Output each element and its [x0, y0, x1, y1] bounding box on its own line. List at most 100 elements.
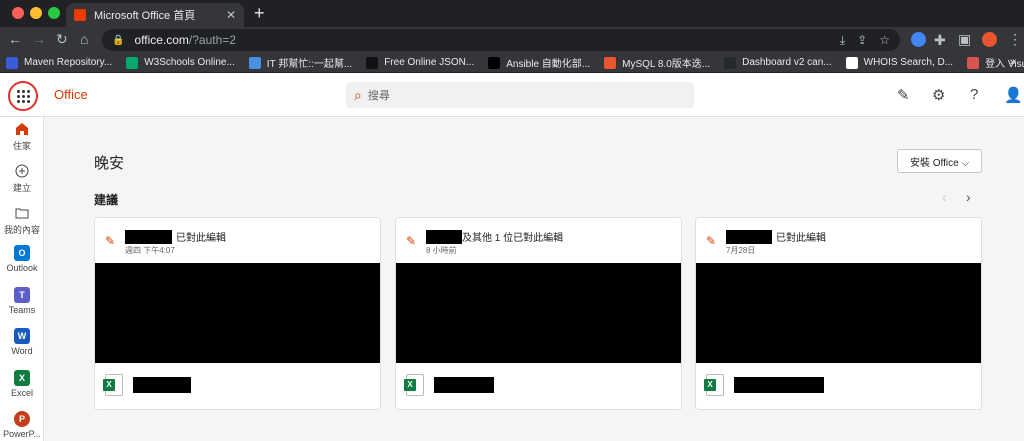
rail-label: 我的內容 [3, 225, 40, 235]
window-zoom-button[interactable] [48, 7, 60, 19]
install-office-button[interactable]: 安裝 Office ⌵ [897, 149, 982, 173]
bookmark-star-icon[interactable]: ☆ [879, 33, 890, 47]
bookmark-label: Dashboard v2 can... [742, 57, 832, 68]
excel-file-icon [404, 374, 424, 396]
share-icon[interactable]: ⇪ [857, 33, 867, 47]
office-brand-link[interactable]: Office [54, 87, 88, 102]
browser-menu-icon[interactable]: ⋮ [1008, 31, 1022, 48]
window-minimize-button[interactable] [30, 7, 42, 19]
plus-circle-icon [14, 163, 30, 179]
bookmarks-overflow-button[interactable]: » [1010, 56, 1016, 68]
account-icon[interactable]: 👤 [1004, 86, 1023, 104]
tab-title: Microsoft Office 首頁 [94, 10, 196, 22]
rail-item-create[interactable]: 建立 [0, 163, 44, 194]
recommended-file-card[interactable]: ✎ 及其他 1 位已對此編輯 8 小時前 [395, 217, 682, 410]
powerpoint-icon: P [14, 411, 30, 427]
card-footer [404, 374, 494, 396]
carousel-prev-button[interactable]: ‹ [942, 189, 947, 205]
rail-label: Word [11, 346, 33, 356]
redacted-filename [434, 377, 494, 393]
bookmark-favicon-icon [6, 56, 18, 69]
teams-icon: T [14, 287, 30, 303]
excel-icon: X [14, 370, 30, 386]
url-text: office.com/?auth=2 [134, 33, 827, 47]
window-close-button[interactable] [12, 7, 24, 19]
gear-icon[interactable]: ⚙ [932, 86, 945, 104]
outlook-icon: O [14, 245, 30, 261]
back-arrow-icon[interactable]: ← [8, 31, 22, 47]
url-field[interactable]: 🔒 office.com/?auth=2 ⤓ ⇪ ☆ [102, 29, 900, 51]
office-favicon-icon [74, 9, 86, 21]
extensions-puzzle-icon[interactable]: ✚ [934, 32, 946, 49]
new-tab-button[interactable]: + [254, 3, 265, 24]
bookmark-item[interactable]: WHOIS Search, D... [845, 56, 954, 69]
tab-close-icon[interactable]: ✕ [226, 8, 236, 22]
card-title-row: 已對此編輯 [125, 229, 226, 244]
reload-icon[interactable]: ↻ [56, 31, 68, 48]
redacted-filename [734, 377, 824, 393]
search-placeholder: 搜尋 [367, 90, 390, 102]
bookmark-favicon-icon [724, 56, 737, 69]
excel-file-icon [704, 374, 724, 396]
app-launcher-button[interactable] [8, 81, 38, 111]
rail-item-home[interactable]: 住家 [0, 121, 44, 152]
card-timestamp: 週四 下午4:07 [125, 246, 175, 255]
browser-tab[interactable]: Microsoft Office 首頁 ✕ [66, 3, 244, 27]
rail-item-outlook[interactable]: O Outlook [0, 245, 44, 273]
help-icon[interactable]: ? [970, 86, 978, 103]
left-rail: 住家 建立 我的內容 O Outlook T Teams W Word X Ex… [0, 117, 44, 441]
bookmark-item[interactable]: IT 邦幫忙::一起幫... [248, 55, 352, 70]
rail-item-teams[interactable]: T Teams [0, 287, 44, 315]
pencil-icon: ✎ [406, 234, 417, 248]
folder-icon [14, 205, 30, 221]
rail-item-my-content[interactable]: 我的內容 [0, 205, 44, 236]
lock-icon: 🔒 [112, 34, 125, 46]
search-input[interactable]: ⌕ 搜尋 [346, 82, 694, 108]
pencil-icon: ✎ [706, 234, 717, 248]
rail-item-word[interactable]: W Word [0, 328, 44, 356]
redacted-name [426, 229, 462, 244]
card-activity: 及其他 1 位已對此編輯 [462, 233, 564, 244]
bookmarks-bar: Maven Repository... W3Schools Online... … [0, 53, 1024, 73]
word-icon: W [14, 328, 30, 344]
forward-arrow-icon[interactable]: → [32, 31, 46, 47]
recommended-file-card[interactable]: ✎ 已對此編輯 週四 下午4:07 [94, 217, 381, 410]
feedback-icon[interactable]: ✎ [897, 86, 910, 104]
extension-globe-icon[interactable] [911, 32, 926, 47]
section-title: 建議 [94, 193, 119, 207]
bookmark-item[interactable]: Maven Repository... [6, 56, 112, 69]
rail-label: Teams [8, 305, 36, 315]
rail-label: Excel [10, 388, 33, 398]
profile-avatar-icon[interactable] [982, 32, 997, 47]
bookmark-item[interactable]: Ansible 自動化部... [488, 55, 590, 70]
bookmark-favicon-icon [248, 56, 261, 69]
carousel-next-button[interactable]: › [966, 189, 971, 205]
rail-label: Outlook [6, 263, 38, 273]
home-icon[interactable]: ⌂ [80, 31, 88, 47]
redacted-filename [133, 377, 191, 393]
rail-label: 住家 [12, 141, 31, 151]
recommended-file-card[interactable]: ✎ 已對此編輯 7月28日 [695, 217, 982, 410]
bookmark-item[interactable]: Dashboard v2 can... [724, 56, 832, 69]
bookmark-favicon-icon [126, 56, 139, 69]
bookmark-item[interactable]: Free Online JSON... [366, 56, 474, 69]
bookmark-favicon-icon [488, 56, 501, 69]
side-panel-icon[interactable]: ▣ [958, 31, 971, 48]
excel-file-icon [103, 374, 123, 396]
card-timestamp: 7月28日 [726, 246, 756, 255]
card-timestamp: 8 小時前 [426, 246, 457, 255]
bookmark-item[interactable]: W3Schools Online... [126, 56, 235, 69]
card-title-row: 及其他 1 位已對此編輯 [426, 229, 563, 244]
office-header: Office ⌕ 搜尋 ✎ ⚙ ? 👤 [0, 73, 1024, 117]
redacted-name [125, 229, 172, 244]
install-app-icon[interactable]: ⤓ [840, 33, 845, 48]
bookmark-label: WHOIS Search, D... [863, 57, 954, 68]
bookmark-favicon-icon [845, 56, 858, 69]
rail-item-excel[interactable]: X Excel [0, 370, 44, 398]
card-title-row: 已對此編輯 [726, 229, 826, 244]
file-thumbnail [396, 263, 681, 363]
rail-item-powerpoint[interactable]: P PowerP... [0, 411, 44, 439]
bookmark-favicon-icon [604, 56, 617, 69]
bookmark-label: W3Schools Online... [144, 57, 235, 68]
bookmark-item[interactable]: MySQL 8.0版本迭... [604, 55, 710, 70]
